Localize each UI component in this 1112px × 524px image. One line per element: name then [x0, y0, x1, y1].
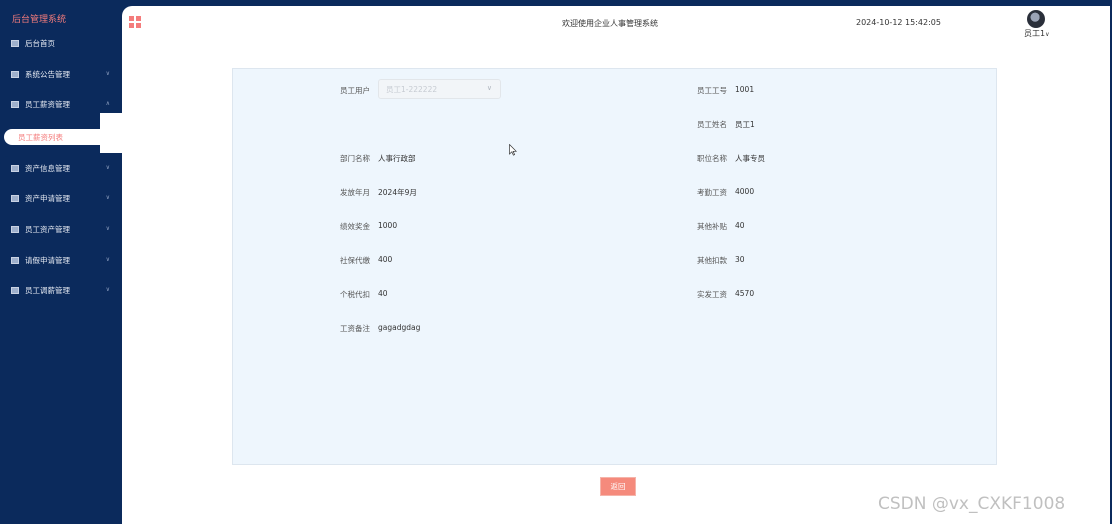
menu-toggle-icon[interactable] [129, 16, 141, 28]
net-pay-label: 实发工资 [697, 290, 727, 299]
chevron-up-icon: ∧ [105, 100, 110, 107]
asset-icon [11, 164, 19, 172]
adjust-icon [11, 286, 19, 294]
social-security-value: 400 [378, 255, 393, 264]
attendance-pay-value: 4000 [735, 187, 755, 196]
sidebar-item-announcement[interactable]: 系统公告管理 ∨ [0, 62, 122, 86]
other-deduction-label: 其他扣款 [697, 256, 727, 265]
submenu-curve [100, 145, 122, 153]
chevron-down-icon: ∨ [105, 225, 110, 232]
sidebar-item-label: 请假申请管理 [25, 255, 70, 265]
remark-label: 工资备注 [340, 324, 370, 333]
employee-name-label: 员工姓名 [697, 120, 727, 129]
sidebar-item-label: 员工调薪管理 [25, 285, 70, 295]
position-value: 人事专员 [735, 154, 765, 163]
sidebar-item-employee-asset[interactable]: 员工资产管理 ∨ [0, 217, 122, 241]
social-security-label: 社保代缴 [340, 256, 370, 265]
department-label: 部门名称 [340, 154, 370, 163]
sidebar-item-label: 资产申请管理 [25, 193, 70, 203]
chevron-down-icon: ∨ [105, 164, 110, 171]
chevron-down-icon: ∨ [105, 194, 110, 201]
chevron-down-icon: ∨ [486, 84, 492, 92]
sidebar-item-label: 员工薪资管理 [25, 99, 70, 109]
income-tax-label: 个税代扣 [340, 290, 370, 299]
sidebar-item-asset-info[interactable]: 资产信息管理 ∨ [0, 156, 122, 180]
sidebar-item-label: 资产信息管理 [25, 163, 70, 173]
performance-bonus-value: 1000 [378, 221, 398, 230]
net-pay-value: 4570 [735, 289, 755, 298]
chevron-down-icon: ∨ [105, 70, 110, 77]
sidebar-item-home[interactable]: 后台首页 [0, 31, 122, 55]
income-tax-value: 40 [378, 289, 388, 298]
salary-icon [11, 100, 19, 108]
home-icon [11, 39, 19, 47]
avatar[interactable] [1027, 10, 1045, 28]
watermark: CSDN @vx_CXKF1008 [878, 494, 1066, 514]
submenu-curve [100, 113, 122, 129]
employee-asset-icon [11, 225, 19, 233]
sidebar-item-leave[interactable]: 请假申请管理 ∨ [0, 248, 122, 272]
salary-detail-form: 员工用户 员工1-222222 ∨ 部门名称 人事行政部 发放年月 2024年9… [232, 68, 997, 465]
chevron-down-icon: ∨ [1045, 31, 1050, 38]
department-value: 人事行政部 [378, 154, 416, 163]
other-allowance-value: 40 [735, 221, 745, 230]
performance-bonus-label: 绩效奖金 [340, 222, 370, 231]
main-content: 欢迎使用企业人事管理系统 2024-10-12 15:42:05 员工1∨ 员工… [122, 6, 1110, 524]
position-label: 职位名称 [697, 154, 727, 163]
attendance-pay-label: 考勤工资 [697, 188, 727, 197]
remark-value: gagadgdag [378, 323, 421, 332]
user-name: 员工1 [1024, 29, 1046, 38]
other-allowance-label: 其他补贴 [697, 222, 727, 231]
pay-month-label: 发放年月 [340, 188, 370, 197]
employee-name-value: 员工1 [735, 120, 755, 129]
sidebar-subitem-salary-list[interactable]: 员工薪资列表 [4, 129, 122, 145]
sidebar-item-asset-request[interactable]: 资产申请管理 ∨ [0, 186, 122, 210]
user-menu[interactable]: 员工1∨ [1024, 28, 1050, 39]
leave-icon [11, 256, 19, 264]
sidebar-item-label: 系统公告管理 [25, 69, 70, 79]
sidebar-item-salary-adjust[interactable]: 员工调薪管理 ∨ [0, 278, 122, 302]
brand-title: 后台管理系统 [12, 15, 67, 25]
mouse-cursor-icon [509, 144, 517, 156]
employee-user-label: 员工用户 [340, 86, 370, 95]
request-icon [11, 194, 19, 202]
datetime: 2024-10-12 15:42:05 [856, 18, 941, 27]
sidebar-item-label: 员工资产管理 [25, 224, 70, 234]
select-placeholder: 员工1-222222 [386, 84, 438, 94]
employee-no-label: 员工工号 [697, 86, 727, 95]
welcome-text: 欢迎使用企业人事管理系统 [562, 19, 658, 28]
chevron-down-icon: ∨ [105, 286, 110, 293]
back-button[interactable]: 返回 [600, 477, 636, 496]
notice-icon [11, 70, 19, 78]
employee-no-value: 1001 [735, 85, 755, 94]
sidebar: 后台管理系统 后台首页 系统公告管理 ∨ 员工薪资管理 ∧ 员工薪资列表 资产信… [0, 0, 122, 524]
other-deduction-value: 30 [735, 255, 745, 264]
employee-user-select[interactable]: 员工1-222222 ∨ [378, 79, 501, 99]
chevron-down-icon: ∨ [105, 256, 110, 263]
sidebar-item-label: 后台首页 [25, 38, 55, 48]
pay-month-value: 2024年9月 [378, 188, 417, 197]
